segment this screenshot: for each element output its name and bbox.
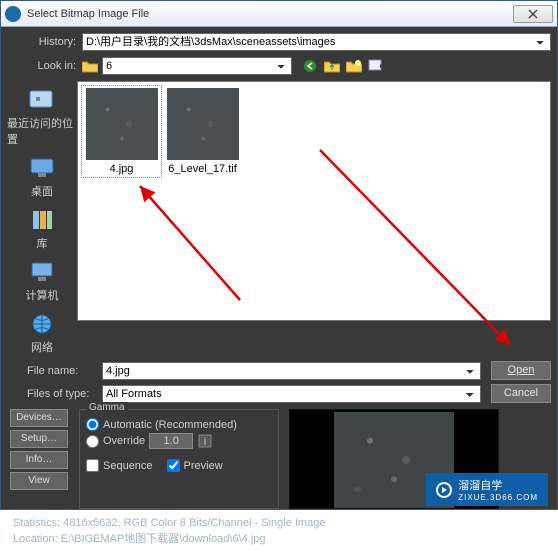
svg-text:i: i	[204, 436, 206, 448]
place-libraries[interactable]: 库	[25, 205, 59, 251]
stats-line: Statistics: 4816x5632, RGB Color 8 Bits/…	[13, 517, 551, 529]
cancel-button[interactable]: Cancel	[491, 384, 551, 403]
preview-checkbox[interactable]: Preview	[167, 459, 223, 472]
view-menu-icon[interactable]	[368, 58, 384, 74]
dialog-window: Select Bitmap Image File History: D:\用户目…	[0, 0, 558, 510]
filename-label: File name:	[7, 365, 102, 377]
close-icon	[528, 9, 538, 19]
new-folder-icon[interactable]	[346, 58, 362, 74]
gamma-legend: Gamma	[86, 402, 128, 413]
gamma-auto-radio[interactable]: Automatic (Recommended)	[86, 418, 272, 431]
place-network[interactable]: 网络	[25, 309, 59, 355]
info-icon[interactable]: i	[197, 433, 213, 449]
history-combo[interactable]: D:\用户目录\我的文档\3dsMax\sceneassets\images	[82, 33, 551, 51]
place-computer[interactable]: 计算机	[25, 257, 59, 303]
filename-combo[interactable]: 4.jpg	[102, 362, 481, 380]
filetype-combo[interactable]: All Formats	[102, 385, 481, 403]
folder-icon	[82, 58, 98, 74]
place-desktop[interactable]: 桌面	[25, 153, 59, 199]
play-icon	[436, 482, 452, 498]
file-item[interactable]: 6_Level_17.tif	[165, 88, 240, 175]
up-folder-icon[interactable]	[324, 58, 340, 74]
statistics: Statistics: 4816x5632, RGB Color 8 Bits/…	[7, 517, 551, 546]
devices-button[interactable]: Devices…	[10, 409, 68, 427]
setup-button[interactable]: Setup…	[10, 430, 68, 448]
file-thumbnail	[167, 88, 239, 160]
lookin-label: Look in:	[7, 60, 82, 72]
location-line: Location: E:\BIGEMAP地图下载器\download\6\4.j…	[13, 530, 551, 546]
places-bar: 最近访问的位置 桌面 库 计算机 网络	[7, 81, 77, 355]
open-button[interactable]: Open	[491, 361, 551, 380]
info-button[interactable]: Info…	[10, 451, 68, 469]
lookin-combo[interactable]: 6	[102, 57, 292, 75]
titlebar: Select Bitmap Image File	[1, 1, 557, 27]
place-recent[interactable]: 最近访问的位置	[7, 85, 77, 147]
history-label: History:	[7, 36, 82, 48]
sequence-checkbox[interactable]: Sequence	[86, 459, 153, 472]
close-button[interactable]	[513, 5, 553, 23]
window-title: Select Bitmap Image File	[27, 8, 513, 20]
gamma-value-spinner[interactable]: 1.0	[149, 433, 193, 449]
watermark: 溜溜自学 ZIXUE.3D66.COM	[426, 473, 548, 506]
file-list[interactable]: 4.jpg 6_Level_17.tif	[77, 81, 551, 321]
filetype-label: Files of type:	[7, 388, 102, 400]
gamma-override-radio[interactable]: Override 1.0 i	[86, 433, 272, 449]
app-icon	[5, 6, 21, 22]
file-thumbnail	[86, 88, 158, 160]
back-icon[interactable]	[302, 58, 318, 74]
view-button[interactable]: View	[10, 472, 68, 490]
file-item[interactable]: 4.jpg	[84, 88, 159, 175]
gamma-group: Gamma Automatic (Recommended) Override 1…	[79, 409, 279, 509]
